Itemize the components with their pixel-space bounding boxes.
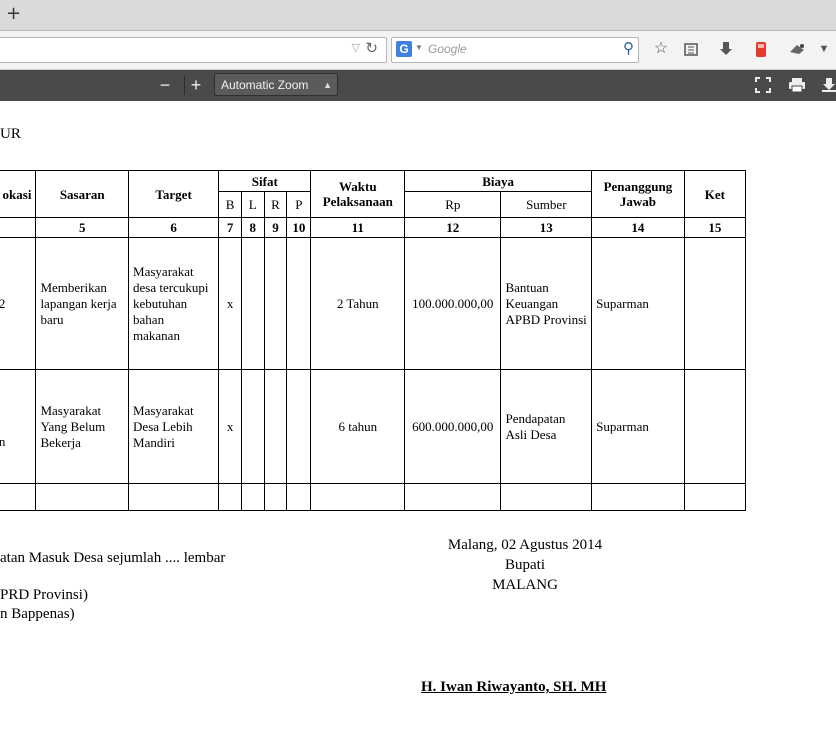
cell-target: Masyarakat desa tercukupi kebutuhan baha…	[128, 237, 220, 370]
cell-ket	[683, 369, 747, 484]
cell-ket	[683, 237, 747, 370]
col-number: 10	[286, 217, 312, 238]
search-icon[interactable]: ⚲	[623, 39, 634, 57]
cell-penanggung: Suparman	[591, 369, 685, 484]
chevron-updown-icon: ▲	[323, 80, 332, 90]
cell-sifat-r	[263, 237, 288, 370]
header-sifat-b: B	[218, 191, 242, 218]
header-rp: Rp	[404, 191, 502, 218]
cell-rp: 600.000.000,00	[404, 369, 502, 484]
header-biaya: Biaya	[404, 170, 593, 192]
reading-list-icon[interactable]	[679, 37, 703, 61]
cell-sifat-b: x	[218, 237, 242, 370]
cell-sifat-l	[240, 369, 265, 484]
col-number: 4	[0, 217, 37, 238]
cell-penanggung: Suparman	[591, 237, 685, 370]
signature-place-date: Malang, 02 Agustus 2014	[447, 537, 603, 553]
url-dropdown-icon[interactable]: ▽	[352, 41, 360, 54]
col-number: 13	[500, 217, 593, 238]
addon-icon[interactable]	[785, 37, 809, 61]
signature-region: MALANG	[492, 577, 558, 593]
cell-sifat-p	[286, 369, 312, 484]
zoom-select[interactable]: Automatic Zoom ▲	[214, 73, 338, 96]
table-row-empty	[0, 483, 747, 511]
zoom-out-button[interactable]: −	[154, 74, 176, 96]
extension-icon[interactable]	[749, 37, 773, 61]
cell-sifat-r	[263, 369, 288, 484]
menu-icon[interactable]: ▼	[812, 37, 836, 61]
cell-waktu: 2 Tahun	[310, 237, 406, 370]
cell-target: Masyarakat Desa Lebih Mandiri	[128, 369, 220, 484]
zoom-select-value: Automatic Zoom	[221, 78, 309, 92]
col-number: 9	[263, 217, 288, 238]
pdf-toolbar: − + Automatic Zoom ▲	[0, 70, 836, 102]
cell-lokasi: nanan	[0, 369, 37, 484]
save-icon[interactable]	[818, 74, 836, 96]
download-icon[interactable]	[714, 37, 738, 61]
search-bar[interactable]: G ▼ Google ⚲	[391, 37, 639, 63]
search-placeholder: Google	[428, 42, 467, 56]
url-bar[interactable]: ▽ ↻	[0, 37, 387, 63]
cell-lokasi: RW 2	[0, 237, 37, 370]
col-number: 11	[310, 217, 406, 238]
col-number: 12	[404, 217, 502, 238]
col-number: 14	[591, 217, 685, 238]
engine-dropdown-icon[interactable]: ▼	[415, 43, 423, 52]
col-number: 5	[35, 217, 130, 238]
note-line: n Bappenas)	[0, 606, 75, 622]
cell-rp: 100.000.000,00	[404, 237, 502, 370]
header-sifat: Sifat	[218, 170, 312, 192]
table-row: nanan Masyarakat Yang Belum Bekerja Masy…	[0, 369, 747, 484]
header-sasaran: Sasaran	[35, 170, 130, 218]
header-sumber: Sumber	[500, 191, 593, 218]
reload-icon[interactable]: ↻	[365, 39, 378, 57]
signature-name: H. Iwan Riwayanto, SH. MH	[421, 679, 607, 695]
program-table: okasi Sasaran Target Sifat Waktu Pelaksa…	[0, 170, 747, 511]
zoom-in-button[interactable]: +	[185, 74, 207, 96]
star-icon[interactable]: ☆	[649, 37, 673, 61]
cell-sifat-b: x	[218, 369, 242, 484]
header-ket: Ket	[683, 170, 747, 218]
cell-sasaran: Masyarakat Yang Belum Bekerja	[35, 369, 130, 484]
cell-sifat-l	[240, 237, 265, 370]
cell-sumber: Pendapatan Asli Desa	[500, 369, 593, 484]
cell-waktu: 6 tahun	[310, 369, 406, 484]
header-sifat-p: P	[286, 191, 312, 218]
new-tab-button[interactable]: +	[6, 3, 21, 25]
google-engine-icon[interactable]: G	[396, 41, 412, 57]
header-lokasi: okasi	[0, 170, 37, 218]
signature-title: Bupati	[505, 557, 545, 573]
col-number: 6	[128, 217, 220, 238]
fullscreen-icon[interactable]	[752, 74, 774, 96]
cell-sumber: Bantuan Keuangan APBD Provinsi	[500, 237, 593, 370]
navigation-toolbar: ▽ ↻ G ▼ Google ⚲ ☆ ▼	[0, 31, 836, 70]
header-penanggung: Penanggung Jawab	[591, 170, 685, 218]
note-line: PRD Provinsi)	[0, 587, 88, 603]
col-number: 15	[683, 217, 747, 238]
table-row: RW 2 Memberikan lapangan kerja baru Masy…	[0, 237, 747, 370]
cell-sasaran: Memberikan lapangan kerja baru	[35, 237, 130, 370]
header-sifat-l: L	[240, 191, 265, 218]
col-number: 8	[240, 217, 265, 238]
print-icon[interactable]	[786, 74, 808, 96]
header-sifat-r: R	[263, 191, 288, 218]
tab-strip: +	[0, 0, 836, 31]
header-waktu: Waktu Pelaksanaan	[310, 170, 406, 218]
cell-sifat-p	[286, 237, 312, 370]
heading-fragment: UR	[0, 126, 21, 142]
note-line: atan Masuk Desa sejumlah .... lembar	[0, 550, 226, 566]
header-target: Target	[128, 170, 220, 218]
col-number: 7	[218, 217, 242, 238]
pdf-page: UR okasi Sasaran Target Sifat Waktu Pela…	[0, 101, 836, 738]
